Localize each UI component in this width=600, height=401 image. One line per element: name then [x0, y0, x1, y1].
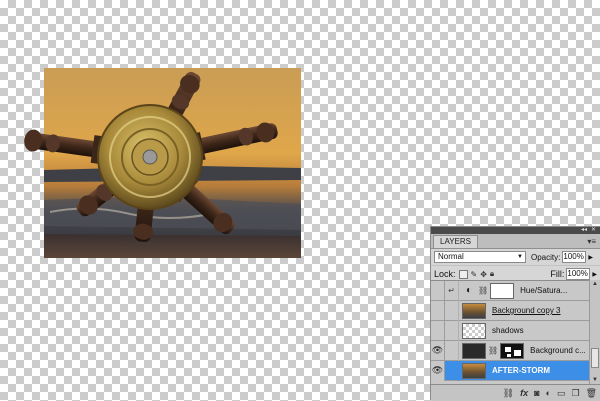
- layer-thumbnail[interactable]: [462, 362, 486, 379]
- visibility-toggle[interactable]: [431, 300, 445, 321]
- fill-field[interactable]: 100%: [566, 268, 591, 280]
- blend-opacity-row: Normal ▼ Opacity: 100% ▶: [431, 249, 600, 265]
- layer-name: Background c...: [530, 346, 586, 355]
- layer-row[interactable]: Background copy 3: [431, 300, 589, 321]
- chevron-down-icon: ▼: [517, 254, 523, 260]
- eye-icon: 👁︎: [431, 345, 444, 355]
- eye-icon: 👁︎: [431, 365, 444, 375]
- fill-slider-arrow-icon[interactable]: ▶: [592, 271, 597, 278]
- lock-label: Lock:: [434, 269, 456, 279]
- lock-image-pixels-icon[interactable]: ✎: [471, 270, 478, 279]
- layer-mask-thumbnail[interactable]: [490, 282, 515, 299]
- fill-label: Fill:: [550, 269, 565, 279]
- layer-thumbnail[interactable]: [462, 322, 486, 339]
- lock-transparent-pixels-icon[interactable]: [458, 269, 468, 279]
- layer-name: AFTER-STORM: [492, 366, 551, 375]
- link-icon: ⛓: [488, 346, 499, 355]
- link-slot: [445, 360, 459, 381]
- link-slot: [445, 340, 459, 361]
- tab-layers[interactable]: LAYERS: [433, 235, 478, 248]
- scroll-down-icon[interactable]: ▼: [590, 376, 600, 384]
- blend-mode-value: Normal: [438, 252, 464, 261]
- fx-icon[interactable]: fx: [520, 388, 528, 398]
- layer-row[interactable]: 👁︎ ⛓ Background c...: [431, 340, 589, 361]
- layer-thumbnail[interactable]: [462, 342, 486, 359]
- layer-list: ↵ ◐ ⛓ Hue/Satura... Background copy 3 sh…: [431, 280, 589, 385]
- opacity-field[interactable]: 100%: [562, 251, 587, 263]
- trash-icon[interactable]: 🗑︎: [586, 388, 597, 399]
- new-group-icon[interactable]: ▭: [557, 388, 566, 399]
- link-slot: [445, 320, 459, 341]
- clip-icon: ↵: [445, 280, 459, 301]
- layer-row[interactable]: shadows: [431, 320, 589, 341]
- lock-all-icon[interactable]: 🔒︎: [490, 269, 494, 279]
- layer-row[interactable]: 👁︎ AFTER-STORM: [431, 360, 589, 381]
- opacity-slider-arrow-icon[interactable]: ▶: [588, 254, 593, 261]
- adjustment-layer-icon: ◐: [465, 285, 473, 296]
- panel-menu-icon[interactable]: ▾≡: [587, 236, 596, 248]
- collapse-icon[interactable]: ◂◂: [581, 227, 587, 234]
- adjustment-layer-button-icon[interactable]: ◐: [546, 388, 551, 398]
- visibility-toggle[interactable]: [431, 280, 445, 301]
- opacity-label: Opacity:: [531, 252, 561, 262]
- layer-name: Background copy 3: [492, 306, 561, 315]
- layer-list-scrollbar[interactable]: ▲ ▼: [589, 280, 600, 384]
- link-layers-icon[interactable]: ⛓: [503, 388, 514, 399]
- scrollbar-thumb[interactable]: [591, 348, 599, 368]
- layer-mask-thumbnail[interactable]: [500, 342, 525, 359]
- visibility-toggle[interactable]: 👁︎: [431, 360, 445, 381]
- close-icon[interactable]: ✕: [591, 227, 596, 234]
- panel-titlebar[interactable]: ◂◂ ✕: [431, 227, 600, 234]
- add-mask-icon[interactable]: ◙: [534, 388, 539, 398]
- new-layer-icon[interactable]: ❐: [571, 388, 579, 399]
- visibility-toggle[interactable]: [431, 320, 445, 341]
- layer-thumbnail[interactable]: [462, 302, 486, 319]
- layer-name: shadows: [492, 326, 524, 335]
- visibility-toggle[interactable]: 👁︎: [431, 340, 445, 361]
- scroll-up-icon[interactable]: ▲: [590, 280, 600, 288]
- layers-panel: ◂◂ ✕ LAYERS ▾≡ Normal ▼ Opacity: 100% ▶ …: [430, 226, 600, 401]
- panel-bottom-toolbar: ⛓ fx ◙ ◐ ▭ ❐ 🗑︎: [431, 384, 600, 401]
- layer-row[interactable]: ↵ ◐ ⛓ Hue/Satura...: [431, 280, 589, 301]
- lock-position-icon[interactable]: ✥: [480, 270, 487, 279]
- blend-mode-select[interactable]: Normal ▼: [434, 251, 526, 263]
- layer-name: Hue/Satura...: [520, 286, 568, 295]
- link-slot: [445, 300, 459, 321]
- link-icon: ⛓: [478, 286, 489, 295]
- panel-tab-row: LAYERS ▾≡: [431, 234, 600, 249]
